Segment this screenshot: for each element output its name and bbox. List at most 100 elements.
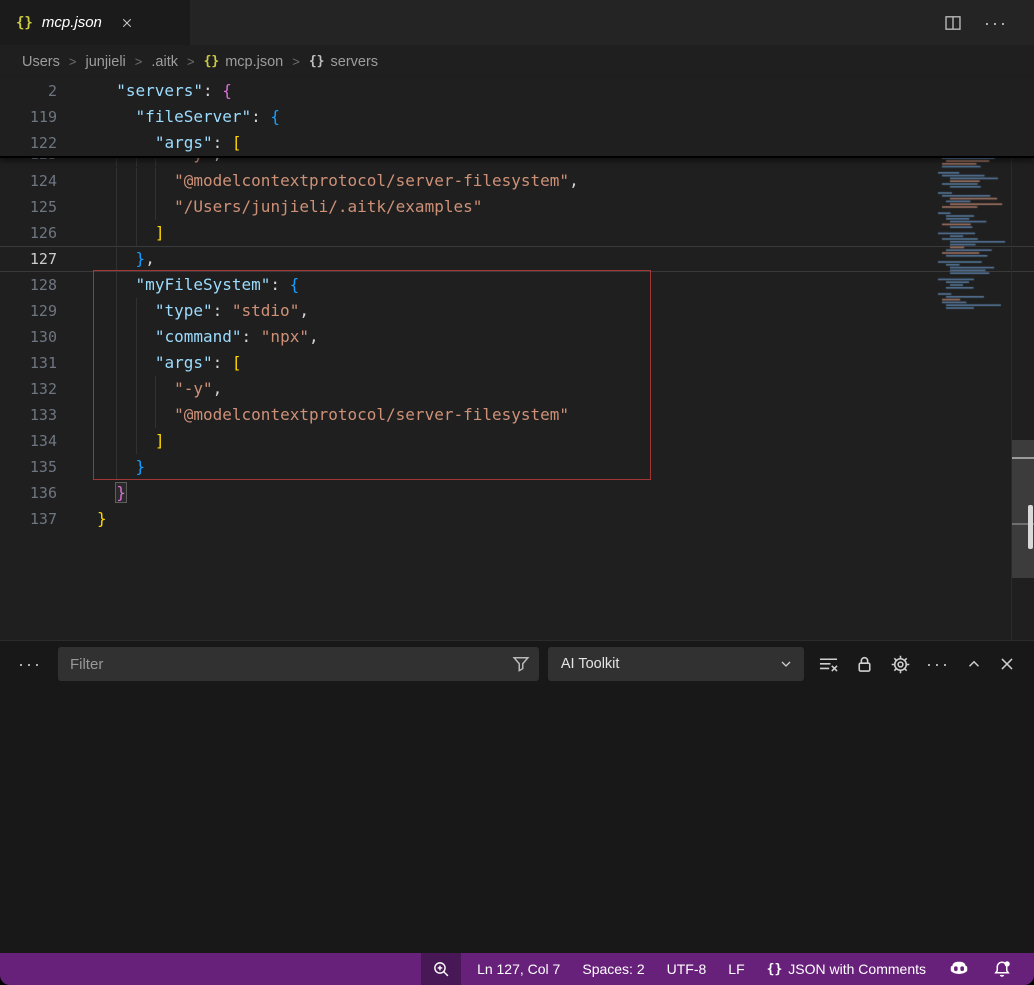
gear-icon[interactable] — [890, 654, 911, 675]
indent-guide — [136, 168, 137, 194]
code-line-130[interactable]: 130"command": "npx", — [0, 324, 1034, 350]
breadcrumb-item-users[interactable]: Users — [22, 54, 60, 70]
code-token: , — [299, 301, 309, 320]
breadcrumb-item-aitk[interactable]: .aitk — [151, 54, 178, 70]
braces-icon: {} — [767, 962, 783, 977]
code-line-123: 123"-y", — [0, 158, 1034, 167]
notifications-bell-icon[interactable] — [992, 959, 1012, 979]
indent-guide — [155, 158, 156, 167]
line-number: 128 — [0, 272, 57, 298]
filter-box — [58, 647, 539, 681]
code-token: , — [569, 171, 579, 190]
cursor-position-status[interactable]: Ln 127, Col 7 — [477, 961, 560, 977]
output-channel-select[interactable]: AI Toolkit — [548, 647, 804, 681]
zoom-status-button[interactable] — [421, 953, 461, 985]
panel-more-icon[interactable]: ··· — [18, 654, 42, 675]
line-number: 130 — [0, 324, 57, 350]
indentation-status[interactable]: Spaces: 2 — [582, 961, 644, 977]
sticky-scroll[interactable]: 2"servers": {119"fileServer": {122"args"… — [0, 78, 1034, 158]
code-token: , — [213, 379, 223, 398]
line-number: 135 — [0, 454, 57, 480]
chevron-down-icon — [778, 656, 794, 672]
code-line-122[interactable]: 122"args": [ — [0, 130, 1034, 156]
encoding-status[interactable]: UTF-8 — [667, 961, 707, 977]
language-mode-status[interactable]: {} JSON with Comments — [767, 961, 926, 977]
object-symbol-icon: {} — [309, 54, 325, 69]
breadcrumb-item-junjieli[interactable]: junjieli — [85, 54, 125, 70]
chevron-up-icon[interactable] — [965, 655, 983, 673]
code-line-133[interactable]: 133"@modelcontextprotocol/server-filesys… — [0, 402, 1034, 428]
indent-guide — [155, 194, 156, 220]
code-token: : — [251, 107, 270, 126]
indent-guide — [136, 324, 137, 350]
indent-guide — [116, 402, 117, 428]
close-panel-icon[interactable] — [998, 655, 1016, 673]
split-editor-icon[interactable] — [944, 14, 962, 32]
code-line-132[interactable]: 132"-y", — [0, 376, 1034, 402]
code-token: ] — [155, 223, 165, 242]
code-token: [ — [232, 353, 242, 372]
code-token: "type" — [155, 301, 213, 320]
tab-mcp-json[interactable]: {} mcp.json — [0, 0, 190, 45]
panel-toolbar: ··· AI Toolkit — [0, 641, 1034, 687]
overview-ruler-cursor-marker — [1028, 505, 1033, 549]
filter-funnel-icon[interactable] — [511, 654, 531, 674]
code-token: : — [213, 133, 232, 152]
clear-output-icon[interactable] — [818, 654, 839, 675]
indent-guide — [155, 402, 156, 428]
code-line-124[interactable]: 124"@modelcontextprotocol/server-filesys… — [0, 168, 1034, 194]
code-token: "-y" — [174, 379, 213, 398]
eol-status[interactable]: LF — [728, 961, 744, 977]
indent-guide — [136, 376, 137, 402]
code-token: "servers" — [116, 81, 203, 100]
line-number: 123 — [0, 158, 57, 167]
code-line-137[interactable]: 137} — [0, 506, 1034, 532]
code-editor[interactable]: 2"servers": {119"fileServer": {122"args"… — [0, 78, 1034, 640]
code-line-2[interactable]: 2"servers": { — [0, 78, 1034, 104]
overview-ruler-marker — [1012, 457, 1034, 459]
code-line-129[interactable]: 129"type": "stdio", — [0, 298, 1034, 324]
breadcrumb-separator: > — [135, 54, 143, 69]
line-number: 133 — [0, 402, 57, 428]
indent-guide — [136, 350, 137, 376]
filter-input[interactable] — [58, 656, 539, 673]
code-line-136[interactable]: 136} — [0, 480, 1034, 506]
code-token: : — [213, 301, 232, 320]
breadcrumb-item-servers[interactable]: servers — [331, 54, 379, 70]
code-token: , — [213, 158, 223, 163]
editor-actions: ··· — [944, 0, 1034, 45]
indent-guide — [116, 454, 117, 480]
code-line-128[interactable]: 128"myFileSystem": { — [0, 272, 1034, 298]
copilot-icon[interactable] — [948, 958, 970, 980]
code-line-126[interactable]: 126] — [0, 220, 1034, 246]
line-number: 129 — [0, 298, 57, 324]
code-line-135[interactable]: 135} — [0, 454, 1034, 480]
code-token: , — [309, 327, 319, 346]
code-line-119[interactable]: 119"fileServer": { — [0, 104, 1034, 130]
panel-more-actions-icon[interactable]: ··· — [926, 659, 950, 669]
code-token: "command" — [155, 327, 242, 346]
indent-guide — [136, 428, 137, 454]
code-line-125[interactable]: 125"/Users/junjieli/.aitk/examples" — [0, 194, 1034, 220]
line-number: 125 — [0, 194, 57, 220]
more-actions-icon[interactable]: ··· — [984, 18, 1008, 28]
line-number: 126 — [0, 220, 57, 246]
indent-guide — [136, 298, 137, 324]
line-number: 124 — [0, 168, 57, 194]
line-number: 134 — [0, 428, 57, 454]
code-token: : — [242, 327, 261, 346]
line-number: 137 — [0, 506, 57, 532]
indent-guide — [116, 298, 117, 324]
code-line-131[interactable]: 131"args": [ — [0, 350, 1034, 376]
indent-guide — [116, 158, 117, 167]
indent-guide — [116, 220, 117, 246]
code-token: : — [213, 353, 232, 372]
code-line-127[interactable]: 127}, — [0, 246, 1034, 272]
clipped-line-123: 123"-y", — [0, 158, 1034, 168]
lock-icon[interactable] — [854, 654, 875, 675]
indent-guide — [116, 246, 117, 272]
indent-guide — [116, 324, 117, 350]
tab-close-icon[interactable] — [121, 17, 133, 29]
code-line-134[interactable]: 134] — [0, 428, 1034, 454]
breadcrumb-item-mcp-json[interactable]: mcp.json — [225, 54, 283, 70]
